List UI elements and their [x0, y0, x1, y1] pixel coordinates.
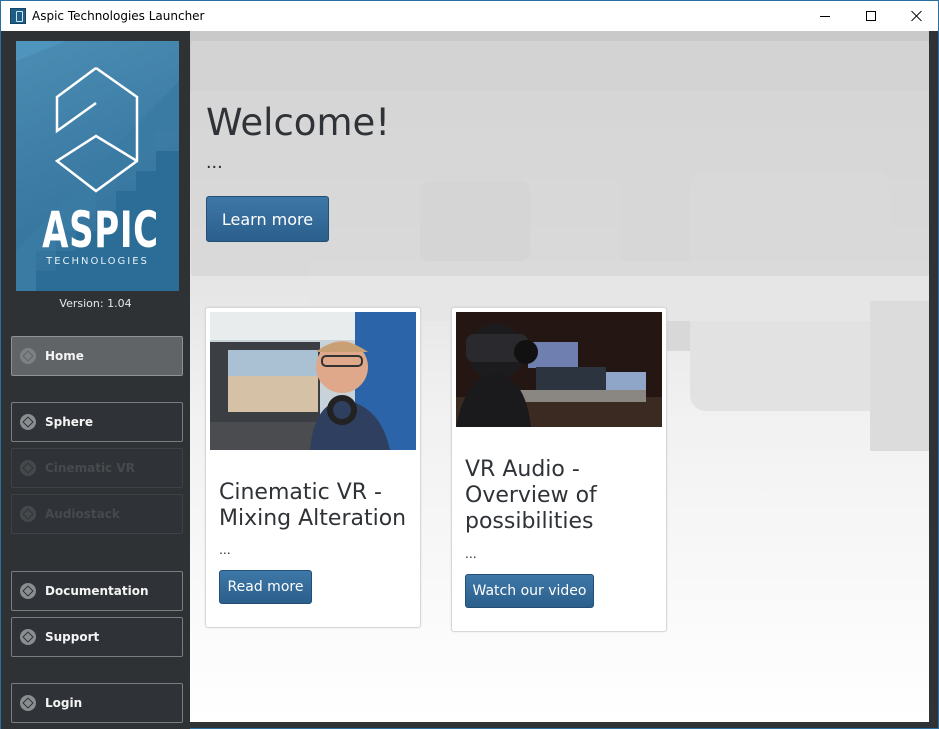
diamond-icon: [20, 695, 36, 711]
logo: ASPIC TECHNOLOGIES: [16, 41, 179, 291]
logo-wordmark: ASPIC: [42, 201, 159, 259]
close-icon: [911, 10, 923, 22]
diamond-icon: [20, 460, 36, 476]
card-description: ...: [219, 541, 231, 557]
card-title: Cinematic VR - Mixing Alteration: [219, 480, 407, 531]
learn-more-button[interactable]: Learn more: [206, 196, 329, 242]
app-icon: [10, 8, 26, 24]
welcome-title: Welcome!: [206, 101, 391, 144]
diamond-icon: [20, 414, 36, 430]
sidebar-item-support[interactable]: Support: [11, 617, 183, 657]
sidebar-item-label: Support: [45, 630, 100, 644]
maximize-button[interactable]: [848, 1, 894, 31]
sidebar-item-label: Login: [45, 696, 83, 710]
maximize-icon: [866, 11, 876, 21]
logo-subtitle: TECHNOLOGIES: [46, 256, 149, 267]
photo-engineer: [210, 312, 416, 450]
title-bar[interactable]: Aspic Technologies Launcher: [1, 1, 938, 31]
sidebar: ASPIC TECHNOLOGIES Version: 1.04 Home Sp…: [1, 31, 190, 729]
watch-video-button[interactable]: Watch our video: [465, 574, 594, 608]
sidebar-item-cinematic-vr: Cinematic VR: [11, 448, 183, 488]
sidebar-item-sphere[interactable]: Sphere: [11, 402, 183, 442]
welcome-subtitle: ...: [206, 151, 223, 173]
sidebar-item-label: Home: [45, 349, 84, 363]
photo-vr-studio: [456, 312, 662, 427]
card-image-mixing: [210, 312, 416, 450]
diamond-icon: [20, 629, 36, 645]
version-label: Version: 1.04: [59, 297, 132, 310]
welcome-banner: Welcome! ... Learn more: [191, 41, 929, 276]
card-image-vr-audio: [456, 312, 662, 427]
read-more-button[interactable]: Read more: [219, 570, 312, 604]
sidebar-item-label: Sphere: [45, 415, 93, 429]
main-content: Welcome! ... Learn more Cinematic VR - M…: [190, 31, 929, 722]
sidebar-item-login[interactable]: Login: [11, 683, 183, 723]
card-cinematic-vr: Cinematic VR - Mixing Alteration ... Rea…: [205, 307, 421, 628]
minimize-icon: [820, 15, 830, 17]
diamond-icon: [20, 348, 36, 364]
sidebar-item-label: Cinematic VR: [45, 461, 135, 475]
sidebar-item-label: Documentation: [45, 584, 149, 598]
card-title: VR Audio - Overview of possibilities: [465, 457, 597, 534]
app-window: Aspic Technologies Launcher ASPIC TECHNO…: [0, 0, 939, 729]
sidebar-item-audiostack: Audiostack: [11, 494, 183, 534]
sidebar-item-label: Audiostack: [45, 507, 120, 521]
diamond-icon: [20, 506, 36, 522]
sidebar-item-documentation[interactable]: Documentation: [11, 571, 183, 611]
card-description: ...: [465, 545, 477, 561]
window-title: Aspic Technologies Launcher: [32, 9, 205, 23]
close-button[interactable]: [894, 1, 939, 31]
sidebar-item-home[interactable]: Home: [11, 336, 183, 376]
diamond-icon: [20, 583, 36, 599]
card-vr-audio: VR Audio - Overview of possibilities ...…: [451, 307, 667, 632]
minimize-button[interactable]: [802, 1, 848, 31]
